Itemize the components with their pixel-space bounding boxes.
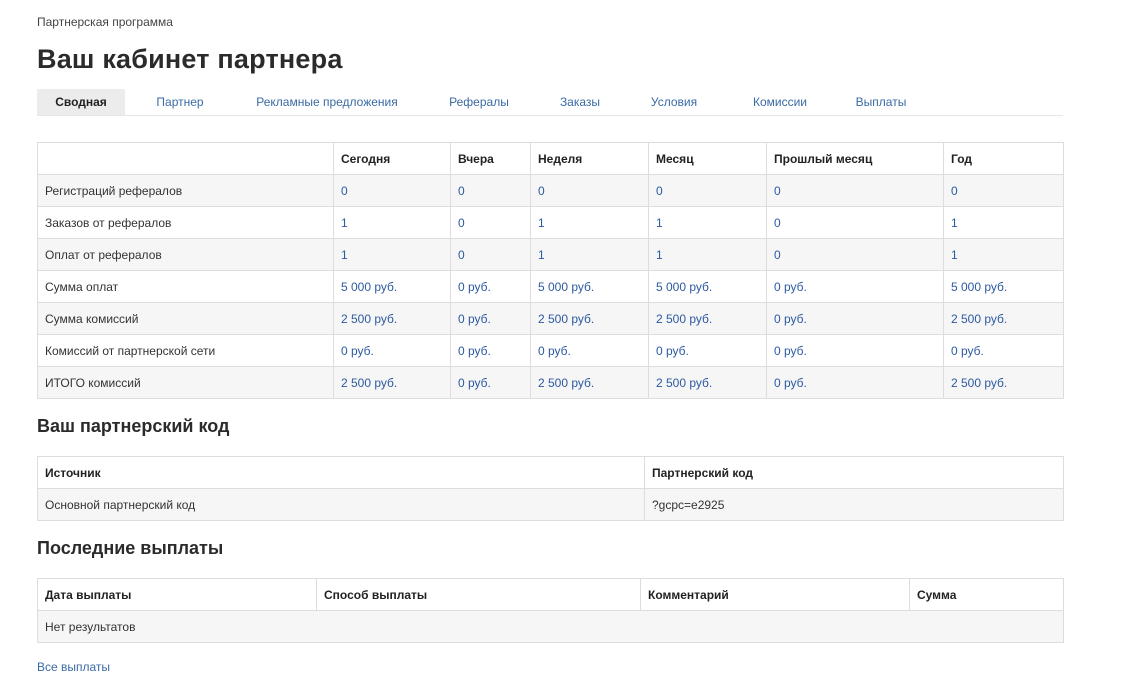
table-row: Заказов от рефералов 1 0 1 1 0 1 <box>37 206 1064 239</box>
stat-value[interactable]: 1 <box>943 238 1064 271</box>
column-header-today: Сегодня <box>333 142 451 175</box>
stat-value[interactable]: 0 <box>333 174 451 207</box>
table-header-row: Дата выплаты Способ выплаты Комментарий … <box>37 578 1064 611</box>
page-title: Ваш кабинет партнера <box>37 44 343 74</box>
stat-value[interactable]: 1 <box>648 238 767 271</box>
stat-value[interactable]: 0 <box>530 174 649 207</box>
stat-value[interactable]: 0 <box>943 174 1064 207</box>
partner-code-title: Ваш партнерский код <box>37 416 230 436</box>
stat-value[interactable]: 0 руб. <box>450 302 531 335</box>
tab-payouts[interactable]: Выплаты <box>845 89 917 115</box>
row-label: ИТОГО комиссий <box>37 366 334 399</box>
stat-value[interactable]: 0 <box>450 206 531 239</box>
partner-code-table: Источник Партнерский код Основной партне… <box>37 456 1064 521</box>
tab-commissions[interactable]: Комиссии <box>740 89 820 115</box>
stat-value[interactable]: 2 500 руб. <box>333 302 451 335</box>
stat-value[interactable]: 0 <box>450 238 531 271</box>
row-label: Регистраций рефералов <box>37 174 334 207</box>
table-row: Оплат от рефералов 1 0 1 1 0 1 <box>37 238 1064 271</box>
stat-value[interactable]: 0 <box>766 206 944 239</box>
row-label: Сумма комиссий <box>37 302 334 335</box>
column-header <box>37 142 334 175</box>
stat-value[interactable]: 0 <box>450 174 531 207</box>
stat-value[interactable]: 1 <box>333 238 451 271</box>
stat-value[interactable]: 2 500 руб. <box>530 302 649 335</box>
column-header-comment: Комментарий <box>640 578 910 611</box>
stat-value[interactable]: 0 руб. <box>766 366 944 399</box>
table-row: ИТОГО комиссий 2 500 руб. 0 руб. 2 500 р… <box>37 366 1064 399</box>
table-row: Сумма оплат 5 000 руб. 0 руб. 5 000 руб.… <box>37 270 1064 303</box>
stat-value[interactable]: 0 <box>648 174 767 207</box>
tab-bar: Сводная Партнер Рекламные предложения Ре… <box>37 89 1063 116</box>
stat-value[interactable]: 1 <box>648 206 767 239</box>
stat-value[interactable]: 0 руб. <box>766 302 944 335</box>
payouts-table: Дата выплаты Способ выплаты Комментарий … <box>37 578 1064 643</box>
table-row: Нет результатов <box>37 610 1064 643</box>
stat-value[interactable]: 0 руб. <box>530 334 649 367</box>
breadcrumb[interactable]: Партнерская программа <box>37 15 173 29</box>
code-source: Основной партнерский код <box>37 488 645 521</box>
stat-value[interactable]: 5 000 руб. <box>648 270 767 303</box>
stat-value[interactable]: 1 <box>943 206 1064 239</box>
stat-value[interactable]: 2 500 руб. <box>648 302 767 335</box>
row-label: Комиссий от партнерской сети <box>37 334 334 367</box>
table-row: Сумма комиссий 2 500 руб. 0 руб. 2 500 р… <box>37 302 1064 335</box>
column-header-month: Месяц <box>648 142 767 175</box>
stat-value[interactable]: 0 <box>766 238 944 271</box>
tab-conditions[interactable]: Условия <box>639 89 709 115</box>
row-label: Оплат от рефералов <box>37 238 334 271</box>
stat-value[interactable]: 1 <box>530 206 649 239</box>
stat-value[interactable]: 1 <box>333 206 451 239</box>
row-label: Заказов от рефералов <box>37 206 334 239</box>
stat-value[interactable]: 0 руб. <box>943 334 1064 367</box>
stat-value[interactable]: 0 руб. <box>766 270 944 303</box>
tab-orders[interactable]: Заказы <box>549 89 611 115</box>
row-label: Сумма оплат <box>37 270 334 303</box>
stat-value[interactable]: 2 500 руб. <box>333 366 451 399</box>
recent-payouts-title: Последние выплаты <box>37 538 224 558</box>
stat-value[interactable]: 0 руб. <box>450 334 531 367</box>
stat-value[interactable]: 0 руб. <box>333 334 451 367</box>
empty-results: Нет результатов <box>37 610 1064 643</box>
stat-value[interactable]: 0 руб. <box>766 334 944 367</box>
tab-referrals[interactable]: Рефералы <box>440 89 518 115</box>
stat-value[interactable]: 2 500 руб. <box>648 366 767 399</box>
column-header-yesterday: Вчера <box>450 142 531 175</box>
column-header-week: Неделя <box>530 142 649 175</box>
column-header-partner-code: Партнерский код <box>644 456 1064 489</box>
all-payouts-link[interactable]: Все выплаты <box>37 660 110 674</box>
stat-value[interactable]: 2 500 руб. <box>530 366 649 399</box>
table-header-row: Источник Партнерский код <box>37 456 1064 489</box>
stat-value[interactable]: 5 000 руб. <box>333 270 451 303</box>
tab-partner[interactable]: Партнер <box>140 89 220 115</box>
column-header-source: Источник <box>37 456 645 489</box>
stat-value[interactable]: 2 500 руб. <box>943 366 1064 399</box>
table-row: Комиссий от партнерской сети 0 руб. 0 ру… <box>37 334 1064 367</box>
stat-value[interactable]: 5 000 руб. <box>943 270 1064 303</box>
tab-ad-offers[interactable]: Рекламные предложения <box>243 89 411 115</box>
stat-value[interactable]: 0 руб. <box>648 334 767 367</box>
stat-value[interactable]: 0 <box>766 174 944 207</box>
stat-value[interactable]: 5 000 руб. <box>530 270 649 303</box>
column-header-last-month: Прошлый месяц <box>766 142 944 175</box>
column-header-payout-date: Дата выплаты <box>37 578 317 611</box>
column-header-year: Год <box>943 142 1064 175</box>
column-header-payout-method: Способ выплаты <box>316 578 641 611</box>
stat-value[interactable]: 0 руб. <box>450 270 531 303</box>
table-row: Регистраций рефералов 0 0 0 0 0 0 <box>37 174 1064 207</box>
stat-value[interactable]: 2 500 руб. <box>943 302 1064 335</box>
table-row: Основной партнерский код ?gcpc=e2925 <box>37 488 1064 521</box>
table-header-row: Сегодня Вчера Неделя Месяц Прошлый месяц… <box>37 142 1064 175</box>
stat-value[interactable]: 1 <box>530 238 649 271</box>
tab-summary[interactable]: Сводная <box>37 89 125 115</box>
partner-code-value[interactable]: ?gcpc=e2925 <box>644 488 1064 521</box>
stat-value[interactable]: 0 руб. <box>450 366 531 399</box>
stats-table: Сегодня Вчера Неделя Месяц Прошлый месяц… <box>37 142 1064 399</box>
column-header-amount: Сумма <box>909 578 1064 611</box>
